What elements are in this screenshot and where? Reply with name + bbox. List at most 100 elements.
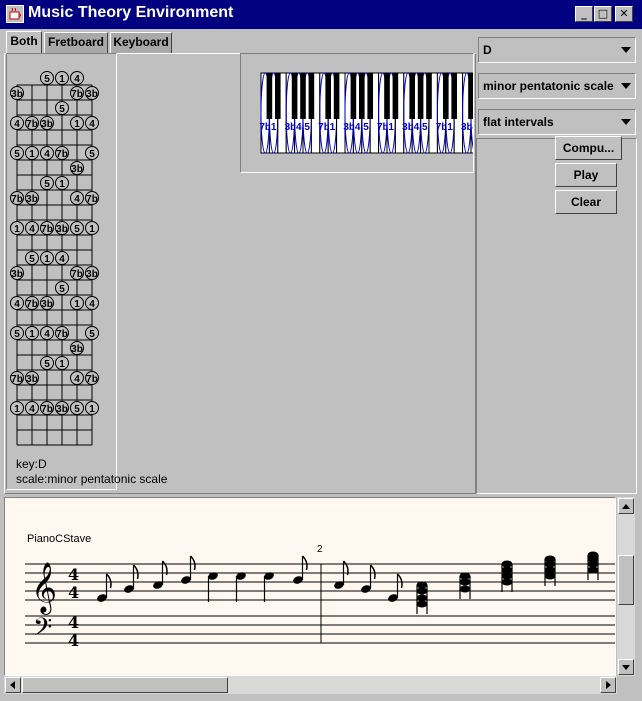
- fret-note-label: 4: [14, 299, 20, 310]
- compute-button[interactable]: Compu...: [555, 136, 622, 160]
- fret-note-label: 1: [14, 404, 20, 415]
- horizontal-scroll-thumb[interactable]: [22, 677, 228, 693]
- scroll-left-button[interactable]: [5, 677, 21, 693]
- black-key[interactable]: [451, 73, 457, 119]
- black-key[interactable]: [333, 73, 340, 119]
- fret-note-label: 3b: [56, 224, 68, 235]
- black-key[interactable]: [392, 73, 399, 119]
- close-button[interactable]: ✕: [615, 6, 633, 22]
- chevron-down-icon: [621, 119, 631, 125]
- fret-note-label: 3b: [86, 89, 98, 100]
- minimize-button[interactable]: _: [575, 6, 593, 22]
- fret-note-label: 4: [89, 119, 95, 130]
- piano-keyboard[interactable]: 7b13b457b13b457b13b457b13b45: [241, 54, 497, 172]
- black-key[interactable]: [275, 73, 281, 119]
- fret-note-label: 5: [89, 329, 95, 340]
- scale-select-value: minor pentatonic scale: [483, 79, 614, 93]
- chevron-down-icon: [621, 83, 631, 89]
- interval-select-value: flat intervals: [483, 115, 554, 129]
- fret-note-label: 1: [44, 254, 50, 265]
- fret-note-label: 5: [44, 74, 50, 85]
- fret-note-label: 7b: [86, 194, 98, 205]
- note-flag: [301, 555, 308, 571]
- arrow-left-icon: [10, 681, 15, 689]
- vertical-scrollbar[interactable]: [617, 497, 635, 676]
- fret-note-label: 4: [74, 74, 80, 85]
- maximize-button[interactable]: □: [594, 6, 612, 22]
- black-key[interactable]: [443, 73, 449, 119]
- black-key[interactable]: [291, 73, 298, 119]
- fret-note-label: 1: [59, 359, 65, 370]
- fret-note-label: 3b: [71, 344, 83, 355]
- black-key[interactable]: [325, 73, 331, 119]
- java-cup-icon[interactable]: [6, 5, 24, 23]
- fret-note-label: 4: [44, 329, 50, 340]
- bass-clef-icon: 𝄢: [33, 613, 52, 648]
- arrow-right-icon: [606, 681, 611, 689]
- close-icon: ✕: [619, 7, 629, 20]
- black-key[interactable]: [409, 73, 415, 119]
- arrow-down-icon: [622, 665, 630, 670]
- scroll-down-button[interactable]: [618, 659, 634, 675]
- black-key[interactable]: [367, 73, 373, 119]
- fret-note-label: 3b: [71, 164, 83, 175]
- fret-note-label: 5: [74, 224, 80, 235]
- fret-note-label: 4: [44, 149, 50, 160]
- time-sig-bottom: 4: [68, 583, 79, 602]
- key-interval-label: 5: [422, 122, 428, 133]
- interval-select[interactable]: flat intervals: [478, 109, 636, 135]
- chord-note-head: [416, 587, 428, 595]
- key-info: key:D: [16, 457, 47, 471]
- tab-fretboard[interactable]: Fretboard: [44, 32, 108, 53]
- key-interval-label: 4: [355, 122, 361, 133]
- chord-note-head: [416, 594, 428, 602]
- scroll-up-button[interactable]: [618, 498, 634, 514]
- key-interval-label: 1: [388, 122, 394, 133]
- fret-note-label: 1: [74, 119, 80, 130]
- fret-note-label: 4: [74, 194, 80, 205]
- chord-note-head: [501, 560, 513, 568]
- bass-time-sig-bottom: 4: [68, 631, 79, 650]
- play-button[interactable]: Play: [555, 163, 617, 187]
- black-key[interactable]: [468, 73, 474, 119]
- time-sig-top: 4: [68, 565, 79, 584]
- scroll-right-button[interactable]: [600, 677, 616, 693]
- tab-both[interactable]: Both: [6, 31, 42, 54]
- fretboard-diagram[interactable]: 5 1 43b 7b 3b54 7b 3b 1 45 1 4 7b 53b5 17b 3b 4 7b1 4 7b 3b…: [7, 54, 116, 489]
- black-key[interactable]: [426, 73, 432, 119]
- black-key[interactable]: [350, 73, 357, 119]
- note-flag: [132, 564, 139, 580]
- fret-note-label: 1: [14, 224, 20, 235]
- chord-note-head: [459, 578, 471, 586]
- scroll-corner: [617, 676, 635, 694]
- black-key[interactable]: [384, 73, 390, 119]
- chevron-down-icon: [621, 47, 631, 53]
- chord-note-head: [544, 572, 556, 580]
- black-key[interactable]: [417, 73, 424, 119]
- fret-note-label: 7b: [11, 374, 23, 385]
- treble-staff-lines: [25, 563, 615, 601]
- fret-note-label: 1: [89, 404, 95, 415]
- fret-note-label: 1: [89, 224, 95, 235]
- tab-keyboard[interactable]: Keyboard: [110, 32, 172, 53]
- fret-note-label: 3b: [26, 374, 38, 385]
- fret-note-label: 3b: [41, 119, 53, 130]
- fret-note-label: 1: [74, 299, 80, 310]
- black-key[interactable]: [308, 73, 315, 119]
- vertical-scroll-thumb[interactable]: [618, 555, 634, 605]
- bass-staff-lines: [25, 615, 615, 644]
- black-key[interactable]: [300, 73, 306, 119]
- scale-info-line: scale:minor pentatonic scale: [16, 472, 168, 486]
- key-interval-label: 1: [447, 122, 453, 133]
- black-key[interactable]: [266, 73, 273, 119]
- scale-select[interactable]: minor pentatonic scale: [478, 73, 636, 99]
- key-select[interactable]: D: [478, 37, 636, 63]
- notation-stave[interactable]: 𝄞 𝄢 4 4 4 4: [5, 498, 615, 675]
- fretboard-panel: 5 1 4 3b 7b 3b 5 4 7b 3b 1 4 5 1 4 7b 5 3b 5 1 7b 3b 4 7b 1 4 7b 3b…: [6, 53, 117, 490]
- clear-button[interactable]: Clear: [555, 190, 617, 214]
- black-key[interactable]: [359, 73, 365, 119]
- fret-note-label: 3b: [41, 299, 53, 310]
- fret-note-label: 1: [59, 74, 65, 85]
- horizontal-scrollbar[interactable]: [4, 676, 617, 694]
- fret-note-label: 7b: [56, 149, 68, 160]
